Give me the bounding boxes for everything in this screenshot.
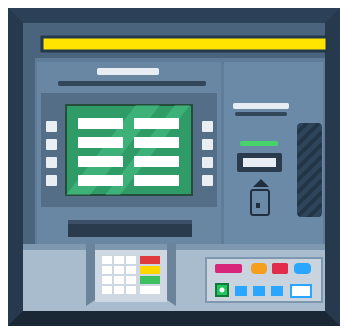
header-light — [40, 35, 329, 53]
keypad-shield-right — [167, 243, 176, 306]
keypad-key[interactable] — [114, 286, 124, 294]
keypad-key[interactable] — [102, 286, 112, 294]
side-button[interactable] — [46, 121, 57, 132]
keypad-cancel-key[interactable] — [140, 256, 160, 264]
keypad-key[interactable] — [126, 276, 136, 284]
control-panel-top-buttons[interactable] — [215, 263, 311, 274]
keypad-enter-key[interactable] — [140, 276, 160, 284]
side-button[interactable] — [202, 139, 213, 150]
keypad-key[interactable] — [102, 266, 112, 274]
keypad-key[interactable] — [114, 276, 124, 284]
keypad-key[interactable] — [126, 256, 136, 264]
bevel-bottom — [8, 311, 340, 326]
keypad-key[interactable] — [102, 276, 112, 284]
control-button-orange[interactable] — [251, 263, 267, 274]
control-button-green-dot — [219, 287, 225, 293]
control-button-magenta[interactable] — [215, 264, 242, 273]
side-button[interactable] — [46, 139, 57, 150]
keypad-key[interactable] — [126, 266, 136, 274]
control-button-blue[interactable] — [294, 263, 311, 274]
screen-button[interactable] — [134, 118, 179, 129]
bevel-left — [8, 8, 23, 326]
keypad-blank-key[interactable] — [140, 286, 160, 294]
top-slot — [97, 68, 159, 75]
screen-button[interactable] — [78, 156, 123, 167]
card-indicator-light — [240, 141, 278, 146]
bevel-right — [325, 8, 340, 326]
side-button[interactable] — [202, 175, 213, 186]
receipt-slot-groove — [235, 112, 287, 116]
screen-button[interactable] — [134, 175, 179, 186]
cash-dispenser-lip — [68, 220, 192, 224]
keypad-key[interactable] — [114, 256, 124, 264]
screen-button[interactable] — [78, 137, 123, 148]
keypad-clear-key[interactable] — [140, 266, 160, 274]
side-button[interactable] — [46, 157, 57, 168]
keypad-key[interactable] — [102, 256, 112, 264]
bevel-top — [8, 8, 340, 23]
control-button-red[interactable] — [272, 263, 288, 274]
screen-button[interactable] — [134, 156, 179, 167]
screen-button[interactable] — [78, 118, 123, 129]
receipt-printer-icon[interactable] — [233, 103, 289, 109]
keypad-key[interactable] — [126, 286, 136, 294]
keypad-shield-left — [86, 243, 95, 306]
card-chip — [256, 203, 260, 208]
top-slot-groove — [58, 81, 206, 86]
screen-button[interactable] — [134, 137, 179, 148]
side-button[interactable] — [202, 121, 213, 132]
screen-button[interactable] — [78, 175, 123, 186]
atm-machine — [8, 8, 340, 326]
control-button-blue-1[interactable] — [235, 286, 247, 296]
control-button-blue-2[interactable] — [253, 286, 265, 296]
keypad-key[interactable] — [114, 266, 124, 274]
control-button-white[interactable] — [290, 284, 312, 298]
card-slot-opening — [243, 158, 276, 167]
control-button-blue-3[interactable] — [271, 286, 283, 296]
side-button[interactable] — [46, 175, 57, 186]
side-button[interactable] — [202, 157, 213, 168]
